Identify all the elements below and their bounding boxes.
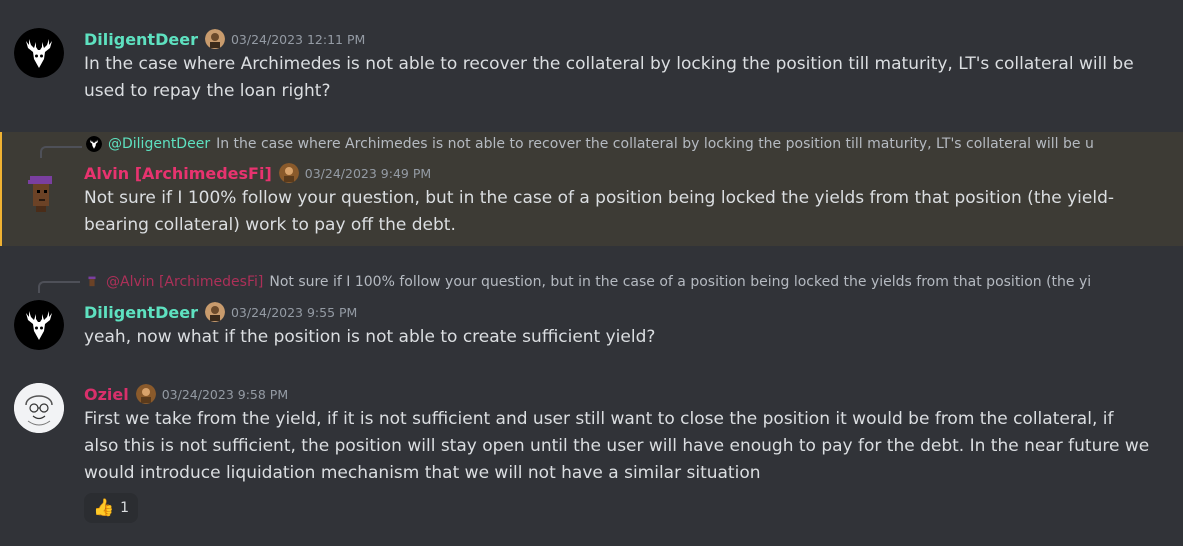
reaction-thumbs-up[interactable]: 👍 1 (84, 493, 139, 523)
deer-icon (14, 300, 64, 350)
timestamp[interactable]: 03/24/2023 9:58 PM (162, 387, 288, 402)
avatar-alvin[interactable] (16, 168, 66, 218)
reply-mention[interactable]: @DiligentDeer (108, 136, 210, 152)
username[interactable]: Oziel (84, 385, 129, 404)
message-text: Not sure if I 100% follow your question,… (84, 188, 1115, 235)
reply-text[interactable]: In the case where Archimedes is not able… (216, 136, 1094, 152)
pixel-punk-icon (84, 274, 100, 290)
avatar-oziel[interactable] (14, 383, 64, 433)
timestamp[interactable]: 03/24/2023 9:55 PM (231, 305, 357, 320)
reply-spine (38, 281, 80, 293)
message-4: Oziel 03/24/2023 9:58 PM First we take f… (0, 380, 1183, 530)
reply-mention[interactable]: @Alvin [ArchimedesFi] (106, 274, 263, 290)
role-badge-icon[interactable] (135, 384, 156, 404)
reply-spine (40, 146, 82, 158)
sketch-face-icon (14, 383, 64, 433)
avatar-diligentdeer[interactable] (14, 300, 64, 350)
username[interactable]: DiligentDeer (84, 303, 198, 322)
deer-icon (14, 28, 64, 78)
pixel-punk-icon (28, 176, 52, 212)
timestamp[interactable]: 03/24/2023 9:49 PM (305, 166, 431, 181)
message-3: @Alvin [ArchimedesFi] Not sure if I 100%… (0, 268, 1183, 356)
reply-preview[interactable]: @DiligentDeer In the case where Archimed… (86, 133, 1153, 155)
message-text: In the case where Archimedes is not able… (84, 54, 1134, 101)
message-1: DiligentDeer 03/24/2023 12:11 PM In the … (0, 22, 1183, 112)
message-2: @DiligentDeer In the case where Archimed… (0, 132, 1183, 246)
thumbs-up-icon: 👍 (93, 498, 115, 518)
reaction-count: 1 (120, 500, 130, 516)
role-badge-icon[interactable] (204, 29, 225, 49)
avatar-diligentdeer[interactable] (14, 28, 64, 78)
reply-text[interactable]: Not sure if I 100% follow your question,… (269, 274, 1091, 290)
role-badge-icon[interactable] (204, 302, 225, 322)
username[interactable]: Alvin [ArchimedesFi] (84, 164, 272, 183)
message-text: First we take from the yield, if it is n… (84, 409, 1150, 483)
username[interactable]: DiligentDeer (84, 30, 198, 49)
role-badge-icon[interactable] (278, 163, 299, 183)
message-text: yeah, now what if the position is not ab… (84, 327, 656, 347)
deer-icon (86, 136, 102, 152)
reply-preview[interactable]: @Alvin [ArchimedesFi] Not sure if I 100%… (84, 271, 1153, 293)
timestamp[interactable]: 03/24/2023 12:11 PM (231, 32, 365, 47)
